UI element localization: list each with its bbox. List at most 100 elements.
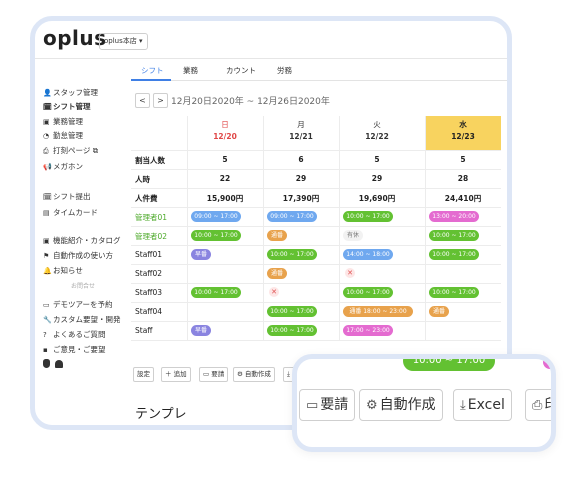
sidebar-item-icon: ◔ [43,132,50,140]
shift-pill[interactable]: 10:00 ~ 17:00 [191,230,241,241]
store-select[interactable]: oplus本店 ▾ [99,33,148,50]
unavailable-mark[interactable]: ✕ [345,268,355,278]
toolbar-button-1[interactable]: ＋ 追加 [161,367,191,382]
tab-1[interactable]: 業務 [183,65,198,76]
sidebar-item[interactable]: ▣ 機能紹介・カタログ [43,235,121,246]
sidebar-item[interactable]: ⚑ 自動作成の使い方 [43,250,113,261]
staff-name[interactable]: Staff04 [135,307,162,316]
app-logo: oplus [43,26,107,50]
day-header[interactable]: 日 12/20 [187,116,263,150]
sidebar-item[interactable]: 🗓シフト管理 [43,101,91,112]
shift-pill[interactable]: 10:00 ~ 17:00 [191,287,241,298]
zoom-button-0[interactable]: ▭ 要請 [299,389,356,421]
date-range: 12月20日2020年 ~ 12月26日2020年 [171,97,330,107]
tab-2[interactable]: カウント [226,65,256,76]
day-date: 12/20 [213,132,237,141]
app-store-icons[interactable] [43,359,63,371]
summary-cell: 6 [298,155,304,164]
sidebar-item[interactable]: 📢メガホン [43,161,83,172]
summary-cell: 29 [371,174,383,183]
shift-pill[interactable]: 17:00 ~ 23:00 [343,325,393,336]
shift-pill[interactable]: 10:00 ~ 17:00 [267,325,317,336]
shift-pill[interactable]: 通番 [267,268,287,279]
template-pill[interactable]: 早番 [263,425,283,430]
sidebar-item-icon: ▭ [43,301,50,309]
sidebar-item[interactable]: ⎙ 打刻ページ ⧉ [43,145,98,156]
sidebar-item-label: 自動作成の使い方 [53,251,113,260]
staff-name[interactable]: Staff01 [135,250,162,259]
shift-pill[interactable]: 09:00 ~ 17:00 [267,211,317,222]
day-header[interactable]: 火 12/22 [339,116,415,150]
sidebar-item-icon: 👤 [43,89,52,97]
summary-cell: 17,390円 [282,194,320,203]
apple-icon[interactable] [43,359,50,368]
toolbar-button-2[interactable]: ▭ 要請 [199,367,229,382]
shift-pill[interactable]: 10:00 ~ 17:00 [429,230,479,241]
staff-name[interactable]: Staff03 [135,288,162,297]
day-date: 12/23 [451,132,475,141]
sidebar-item[interactable]: 🗓シフト提出 [43,191,91,202]
sidebar-item[interactable]: ▣ 業務管理 [43,116,83,127]
day-header[interactable]: 月 12/21 [263,116,339,150]
android-icon[interactable] [55,360,63,368]
sidebar-item-label: メガホン [53,162,83,171]
col-divider [339,116,340,340]
sidebar-item[interactable]: ? よくあるご質問 [43,329,106,340]
sidebar-item[interactable]: ▤ タイムカード [43,207,98,218]
template-pill[interactable]: 10:00 ~ 17:00 [135,425,185,430]
shift-pill[interactable]: 通番 18:00 ~ 23:00 [343,306,413,317]
sidebar-item-label: シフト提出 [53,192,91,201]
template-pill[interactable]: 通番 18:00 ~ 23:00 [189,425,259,430]
shift-pill[interactable]: 14:00 ~ 18:00 [343,249,393,260]
sidebar-item[interactable]: ◔ 勤怠管理 [43,130,83,141]
tab-3[interactable]: 労務 [277,65,292,76]
day-of-week: 日 [221,120,229,129]
shift-pill[interactable]: 09:00 ~ 17:00 [191,211,241,222]
sidebar-item-label: タイムカード [53,208,98,217]
toolbar-button-0[interactable]: 設定 [133,367,154,382]
shift-pill[interactable]: 早番 [191,249,211,260]
staff-name[interactable]: Staff02 [135,269,162,278]
prev-week-button[interactable]: < [135,93,150,108]
sidebar-item[interactable]: 👤スタッフ管理 [43,87,98,98]
sidebar-item[interactable]: 🔔お知らせ [43,265,83,276]
summary-row-label: 人件費 [135,194,158,203]
staff-name[interactable]: 管理者02 [135,231,167,242]
toolbar-button-3[interactable]: ⚙ 自動作成 [233,367,275,382]
tab-0[interactable]: シフト [141,65,164,76]
unavailable-mark[interactable]: ✕ [269,287,279,297]
shift-pill[interactable]: 10:00 ~ 17:00 [343,287,393,298]
shift-pill[interactable]: 通番 [429,306,449,317]
shift-pill[interactable]: 10:00 ~ 17:00 [267,306,317,317]
shift-pill[interactable]: 13:00 ~ 20:00 [429,211,479,222]
shift-pill[interactable]: 早番 [191,325,211,336]
next-week-button[interactable]: > [153,93,168,108]
shift-pill[interactable]: 通番 [267,230,287,241]
summary-cell: 5 [460,155,466,164]
shift-pill[interactable]: 有休 [343,230,363,241]
shift-pill[interactable]: 10:00 ~ 17:00 [267,249,317,260]
summary-cell: 28 [457,174,469,183]
sidebar-item[interactable]: ▪ ご意見・ご要望 [43,344,106,355]
sidebar-item[interactable]: ▭ デモツアーを予約 [43,299,113,310]
sidebar-item[interactable]: 🔧カスタム要望・開発 [43,314,121,325]
staff-name[interactable]: Staff [135,326,152,335]
zoom-button-2[interactable]: ⤓ Excel [453,389,512,421]
row-divider [131,340,501,341]
sidebar-item-label: 機能紹介・カタログ [53,236,121,245]
summary-cell: 5 [374,155,380,164]
col-divider [187,116,188,340]
day-date: 12/21 [289,132,313,141]
sidebar-item-icon: 📢 [43,163,52,171]
staff-name[interactable]: 管理者01 [135,212,167,223]
day-header[interactable]: 水 12/23 [425,116,501,150]
zoom-button-1[interactable]: ⚙ 自動作成 [359,389,443,421]
zoom-button-3[interactable]: ⎙印 [525,389,551,421]
shift-pill[interactable]: 10:00 ~ 17:00 [429,287,479,298]
day-date: 12/22 [365,132,389,141]
shift-pill[interactable]: 10:00 ~ 17:00 [343,211,393,222]
template-title: テンプレ [135,407,187,422]
sidebar-item-label: 業務管理 [53,117,83,126]
sidebar-item-icon: ▣ [43,118,50,126]
shift-pill[interactable]: 10:00 ~ 17:00 [429,249,479,260]
